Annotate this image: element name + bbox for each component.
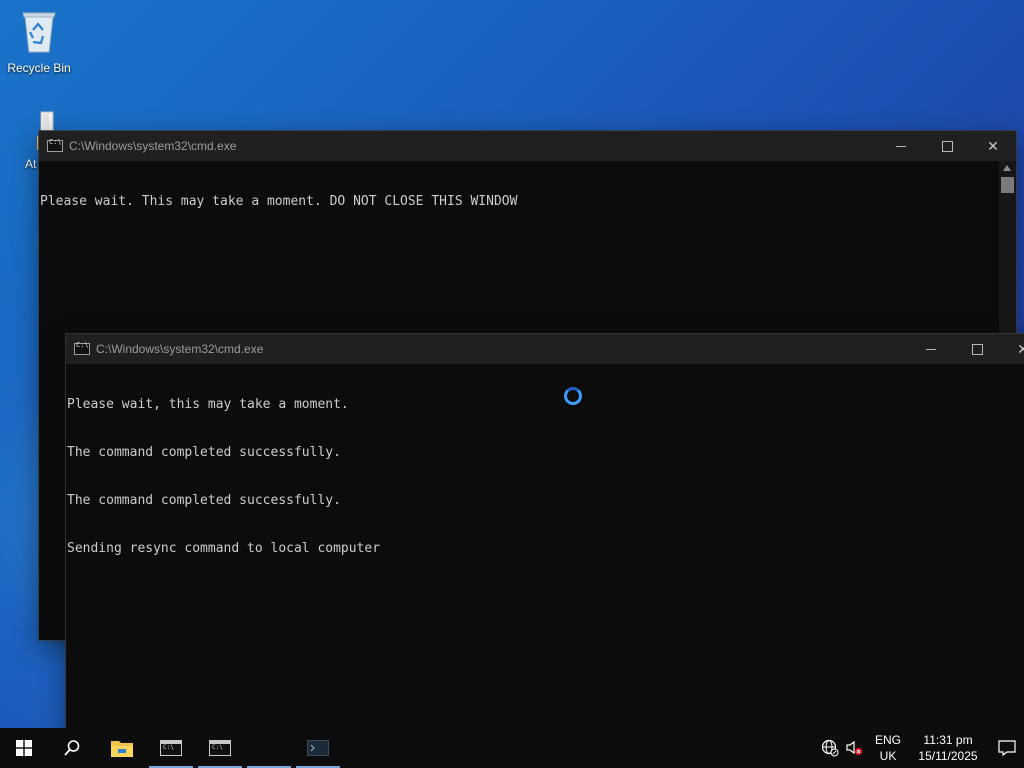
network-button[interactable] [818, 728, 842, 768]
recycle-bin-icon [22, 12, 56, 53]
clock[interactable]: 11:31 pm 15/11/2025 [908, 728, 988, 768]
close-button[interactable]: ✕ [1000, 334, 1024, 364]
cmd-icon [74, 341, 90, 355]
cmd-icon [160, 740, 182, 756]
clock-date: 15/11/2025 [918, 749, 978, 763]
maximize-icon [971, 343, 983, 355]
close-button[interactable]: ✕ [970, 131, 1016, 161]
minimize-button[interactable] [908, 334, 954, 364]
volume-button[interactable] [842, 728, 866, 768]
taskbar-terminal[interactable] [294, 728, 342, 768]
globe-network-icon [821, 739, 839, 757]
taskbar-cmd-1[interactable] [147, 728, 195, 768]
language-label: ENG [874, 733, 901, 747]
cmd-window-front[interactable]: C:\Windows\system32\cmd.exe ✕ Please wai… [66, 334, 1024, 728]
taskbar-file-explorer[interactable] [98, 728, 146, 768]
cmd-icon [47, 138, 63, 152]
region-label: UK [879, 749, 897, 763]
console-line: Please wait. This may take a moment. DO … [40, 194, 518, 209]
notification-icon [998, 740, 1016, 756]
desktop-icon-label: Recycle Bin [7, 61, 71, 75]
close-icon: ✕ [1017, 340, 1024, 357]
taskbar-blank[interactable] [245, 728, 293, 768]
desktop: Recycle Bin At C:\Windows\system32\cmd.e… [0, 0, 1024, 728]
console-line: The command completed successfully. [67, 445, 341, 460]
window-title: C:\Windows\system32\cmd.exe [69, 139, 237, 153]
close-icon: ✕ [987, 137, 999, 154]
search-button[interactable] [48, 728, 96, 768]
minimize-icon [926, 348, 936, 350]
desktop-icon-recycle-bin[interactable]: Recycle Bin [1, 8, 77, 75]
maximize-button[interactable] [924, 131, 970, 161]
scroll-up-icon[interactable] [1003, 165, 1011, 171]
window-title: C:\Windows\system32\cmd.exe [96, 342, 264, 356]
notification-center-button[interactable] [990, 728, 1024, 768]
minimize-button[interactable] [878, 131, 924, 161]
file-explorer-icon [111, 741, 133, 757]
maximize-icon [941, 140, 953, 152]
terminal-icon [307, 740, 329, 756]
maximize-button[interactable] [954, 334, 1000, 364]
system-tray: ENG UK 11:31 pm 15/11/2025 [814, 728, 1024, 768]
scrollbar-thumb[interactable] [1001, 177, 1014, 193]
cmd-icon [209, 740, 231, 756]
clock-time: 11:31 pm [923, 733, 973, 747]
console-output[interactable]: Please wait, this may take a moment. The… [66, 364, 1024, 728]
console-line: Please wait, this may take a moment. [67, 397, 349, 412]
language-indicator[interactable]: ENG UK [872, 728, 904, 768]
console-line: The command completed successfully. [67, 493, 341, 508]
window-titlebar[interactable]: C:\Windows\system32\cmd.exe ✕ [66, 334, 1024, 364]
windows-start-icon [16, 740, 32, 756]
window-titlebar[interactable]: C:\Windows\system32\cmd.exe ✕ [39, 131, 1016, 161]
start-button[interactable] [0, 728, 48, 768]
console-line: Sending resync command to local computer [67, 541, 381, 556]
volume-muted-icon [846, 740, 863, 756]
minimize-icon [896, 145, 906, 147]
busy-spinner-icon [564, 387, 582, 405]
taskbar-cmd-2[interactable] [196, 728, 244, 768]
search-icon [64, 740, 80, 756]
taskbar: ENG UK 11:31 pm 15/11/2025 [0, 728, 1024, 768]
